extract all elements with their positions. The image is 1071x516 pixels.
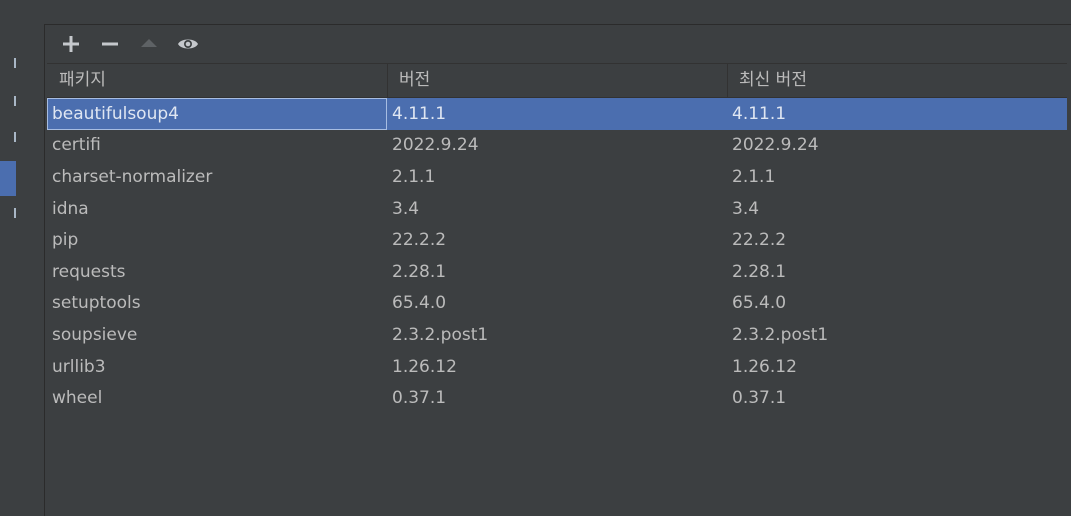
package-version: 3.4 [392,198,420,219]
table-row[interactable]: pip 22.2.2 22.2.2 [47,224,1067,256]
package-version: 2022.9.24 [392,135,479,156]
packages-panel: 패키지 버전 최신 버전 beautifulsoup4 4.11.1 4.11.… [44,24,1071,516]
package-version: 2.1.1 [392,166,436,187]
column-header-latest-version[interactable]: 최신 버전 [727,64,1067,97]
table-header: 패키지 버전 최신 버전 [47,63,1067,98]
package-version: 22.2.2 [392,230,447,251]
table-row[interactable]: wheel 0.37.1 0.37.1 [47,382,1067,414]
table-row[interactable]: requests 2.28.1 2.28.1 [47,256,1067,288]
packages-toolbar [45,25,1071,63]
sidebar-tick[interactable] [14,96,16,106]
package-name: requests [52,261,126,282]
package-latest-version: 65.4.0 [732,293,787,314]
package-latest-version: 4.11.1 [732,103,787,124]
add-package-button[interactable] [57,30,85,58]
package-name: soupsieve [52,324,138,345]
minus-icon [102,42,118,46]
table-row[interactable]: beautifulsoup4 4.11.1 4.11.1 [47,98,1067,130]
remove-package-button[interactable] [96,30,124,58]
package-name: charset-normalizer [52,166,213,187]
package-latest-version: 3.4 [732,198,760,219]
package-latest-version: 22.2.2 [732,230,787,251]
sidebar-tick[interactable] [14,58,16,68]
package-latest-version: 2022.9.24 [732,135,819,156]
column-header-package[interactable]: 패키지 [47,64,387,97]
package-latest-version: 2.3.2.post1 [732,324,829,345]
table-row[interactable]: soupsieve 2.3.2.post1 2.3.2.post1 [47,319,1067,351]
package-latest-version: 1.26.12 [732,356,797,377]
table-row[interactable]: charset-normalizer 2.1.1 2.1.1 [47,161,1067,193]
package-name: urllib3 [52,356,106,377]
package-version: 1.26.12 [392,356,457,377]
package-version: 4.11.1 [392,103,447,124]
package-name: setuptools [52,293,141,314]
package-version: 2.3.2.post1 [392,324,489,345]
eye-icon [178,39,198,49]
table-row[interactable]: setuptools 65.4.0 65.4.0 [47,288,1067,320]
package-latest-version: 0.37.1 [732,388,787,409]
plus-icon [63,36,79,52]
packages-table: 패키지 버전 최신 버전 beautifulsoup4 4.11.1 4.11.… [47,63,1067,516]
package-name: certifi [52,135,101,156]
package-name: wheel [52,388,103,409]
package-name: beautifulsoup4 [47,98,387,130]
package-version: 2.28.1 [392,261,447,282]
sidebar-tick[interactable] [14,208,16,218]
package-latest-version: 2.28.1 [732,261,787,282]
package-version: 0.37.1 [392,388,447,409]
package-latest-version: 2.1.1 [732,166,776,187]
package-version: 65.4.0 [392,293,447,314]
upgrade-package-button[interactable] [135,30,163,58]
show-early-releases-button[interactable] [174,30,202,58]
package-name: idna [52,198,89,219]
sidebar-item-selected[interactable] [0,161,16,196]
package-name: pip [52,230,79,251]
table-row[interactable]: urllib3 1.26.12 1.26.12 [47,351,1067,383]
left-sidebar-strip [0,0,16,516]
triangle-up-icon [141,39,157,47]
column-header-version[interactable]: 버전 [387,64,727,97]
table-body: beautifulsoup4 4.11.1 4.11.1 certifi 202… [47,98,1067,414]
table-row[interactable]: certifi 2022.9.24 2022.9.24 [47,130,1067,162]
sidebar-tick[interactable] [14,132,16,142]
table-row[interactable]: idna 3.4 3.4 [47,193,1067,225]
